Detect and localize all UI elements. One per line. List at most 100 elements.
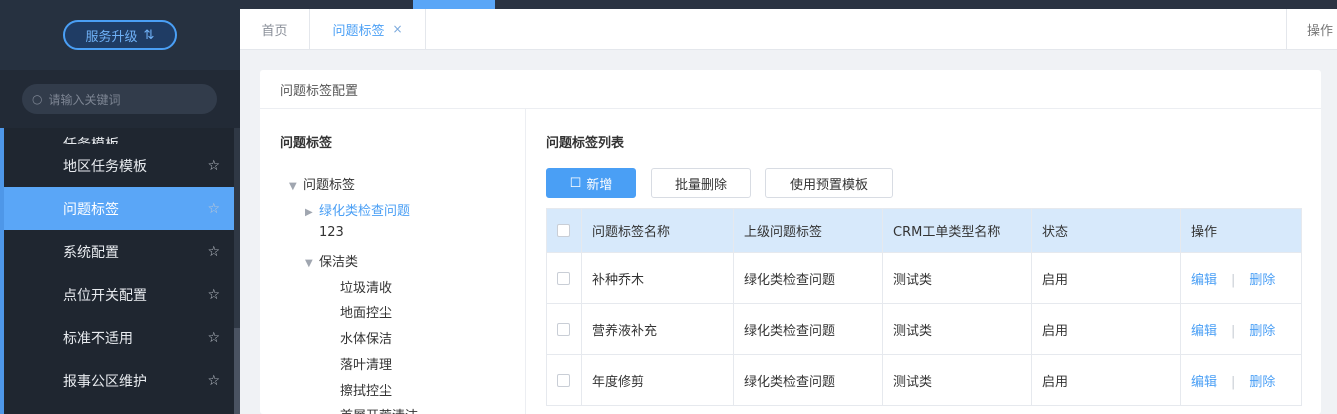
row-checkbox[interactable] [557, 322, 570, 336]
table-row: 营养液补充 绿化类检查问题 测试类 启用 编辑 | 删除 [546, 303, 1302, 355]
edit-link[interactable]: 编辑 [1191, 375, 1217, 390]
caret-down-icon[interactable]: ▼ [305, 258, 319, 269]
sidebar-header: 服务升级 ⇅ [0, 0, 240, 70]
tab-operations-button[interactable]: 操作 [1286, 9, 1337, 49]
star-icon[interactable]: ☆ [207, 158, 220, 174]
tree-node-label: 水体保洁 [340, 332, 393, 347]
row-checkbox-cell [546, 303, 582, 355]
tree-node-label: 保洁类 [319, 255, 359, 270]
edit-link[interactable]: 编辑 [1191, 273, 1217, 288]
table-cell: 启用 [1031, 252, 1181, 304]
table-cell: 测试类 [882, 252, 1032, 304]
close-icon[interactable]: × [392, 22, 402, 36]
col-header: CRM工单类型名称 [882, 208, 1032, 253]
tree-node[interactable]: 首層开荒清洁 [340, 405, 418, 414]
star-icon[interactable]: ☆ [207, 330, 220, 346]
tree-node[interactable]: ▶ 绿化类检查问题 [305, 200, 410, 219]
tree-node-label: 垃圾清收 [340, 281, 393, 296]
table-cell: 启用 [1031, 303, 1181, 355]
upgrade-label: 服务升级 [85, 29, 138, 45]
sidebar-item-standard-not-applicable[interactable]: 标准不适用 ☆ [0, 316, 234, 359]
tree-node-label: 绿化类检查问题 [319, 204, 411, 219]
tab-home[interactable]: 首页 [240, 9, 310, 49]
tree-node[interactable]: ▼ 保洁类 [305, 251, 358, 270]
edit-link[interactable]: 编辑 [1191, 324, 1217, 339]
action-separator: | [1231, 323, 1236, 339]
star-icon[interactable]: ☆ [207, 201, 220, 217]
star-icon[interactable]: ☆ [207, 373, 220, 389]
sidebar-search-wrap: ○ 请输入关键词 [0, 70, 240, 128]
caret-down-icon[interactable]: ▼ [289, 181, 303, 192]
table-row: 补种乔木 绿化类检查问题 测试类 启用 编辑 | 删除 [546, 252, 1302, 304]
row-checkbox-cell [546, 354, 582, 406]
sidebar-scroll-thumb[interactable] [234, 328, 240, 414]
delete-link[interactable]: 删除 [1249, 273, 1275, 288]
row-checkbox-cell [546, 252, 582, 304]
upgrade-button[interactable]: 服务升级 ⇅ [63, 20, 177, 50]
batch-delete-button[interactable]: 批量删除 [651, 168, 751, 198]
table-cell: 绿化类检查问题 [733, 354, 883, 406]
tree-node-label: 问题标签 [303, 178, 356, 193]
row-checkbox[interactable] [557, 271, 570, 285]
caret-right-icon[interactable]: ▶ [305, 207, 319, 218]
tab-issue-tags[interactable]: 问题标签 × [310, 9, 426, 49]
swap-arrows-icon: ⇅ [143, 27, 155, 43]
tree-node[interactable]: 水体保洁 [340, 328, 392, 347]
tab-bar: 首页 问题标签 × 操作 [240, 9, 1337, 50]
select-all-checkbox[interactable] [557, 224, 570, 237]
tree-node[interactable]: 123 [305, 225, 344, 240]
col-header: 问题标签名称 [581, 208, 734, 253]
use-preset-template-button[interactable]: 使用预置模板 [765, 168, 893, 198]
list-title: 问题标签列表 [546, 136, 625, 151]
star-icon[interactable]: ☆ [207, 287, 220, 303]
tree-node[interactable]: 地面控尘 [340, 302, 392, 321]
tree-node[interactable]: 垃圾清收 [340, 277, 392, 296]
row-actions: 编辑 | 删除 [1180, 252, 1302, 304]
table-cell: 测试类 [882, 354, 1032, 406]
tag-tree: 问题标签 ▼ 问题标签 ▶ 绿化类检查问题 123 ▼ 保洁类 垃圾清收 地面控尘 水体保洁 落叶清… [260, 109, 526, 414]
table-cell: 补种乔木 [581, 252, 734, 304]
top-strip [240, 0, 1337, 9]
add-button[interactable]: ☐ 新增 [546, 168, 636, 198]
sidebar-item-system-config[interactable]: 系统配置 ☆ [0, 230, 234, 273]
tree-node[interactable]: ▼ 问题标签 [289, 174, 355, 193]
sidebar-item-issue-tags[interactable]: 问题标签 ☆ [0, 187, 234, 230]
delete-link[interactable]: 删除 [1249, 324, 1275, 339]
table-cell: 测试类 [882, 303, 1032, 355]
col-header: 操作 [1180, 208, 1302, 253]
sidebar-edge [0, 128, 4, 414]
tag-table: 问题标签名称 上级问题标签 CRM工单类型名称 状态 操作 补种乔木 绿化类检查问… [546, 208, 1302, 406]
action-separator: | [1231, 374, 1236, 390]
sidebar-search-input[interactable]: ○ 请输入关键词 [22, 84, 217, 114]
top-strip-accent [413, 0, 495, 9]
table-cell: 绿化类检查问题 [733, 303, 883, 355]
star-icon[interactable]: ☆ [207, 244, 220, 260]
tree-node-label: 擦拭控尘 [340, 384, 393, 399]
sidebar-item-point-switch-config[interactable]: 点位开关配置 ☆ [0, 273, 234, 316]
row-actions: 编辑 | 删除 [1180, 303, 1302, 355]
tree-node-label: 地面控尘 [340, 306, 393, 321]
edit-square-icon: ☐ [569, 175, 582, 191]
col-header: 状态 [1031, 208, 1181, 253]
search-icon: ○ [32, 92, 43, 106]
action-separator: | [1231, 272, 1236, 288]
tree-title: 问题标签 [280, 136, 333, 151]
tree-node[interactable]: 落叶清理 [340, 354, 392, 373]
table-cell: 绿化类检查问题 [733, 252, 883, 304]
tree-node[interactable]: 擦拭控尘 [340, 380, 392, 399]
config-panel: 问题标签配置 问题标签 ▼ 问题标签 ▶ 绿化类检查问题 123 ▼ 保洁类 垃圾清收 地面控尘… [260, 70, 1321, 414]
select-all-checkbox-cell [546, 208, 582, 253]
row-checkbox[interactable] [557, 373, 570, 387]
row-actions: 编辑 | 删除 [1180, 354, 1302, 406]
table-cell: 营养液补充 [581, 303, 734, 355]
table-header-row: 问题标签名称 上级问题标签 CRM工单类型名称 状态 操作 [546, 208, 1302, 253]
table-row: 年度修剪 绿化类检查问题 测试类 启用 编辑 | 删除 [546, 354, 1302, 406]
sidebar-item-regional-task-template[interactable]: 地区任务模板 ☆ [0, 144, 234, 187]
tree-node-label: 首層开荒清洁 [340, 409, 418, 414]
table-cell: 启用 [1031, 354, 1181, 406]
sidebar-scrollbar[interactable] [234, 128, 240, 414]
sidebar-item-task-template[interactable]: 任务模板 [0, 128, 234, 144]
sidebar-item-public-area-maintenance[interactable]: 报事公区维护 ☆ [0, 359, 234, 402]
delete-link[interactable]: 删除 [1249, 375, 1275, 390]
tree-node-label: 落叶清理 [340, 358, 393, 373]
